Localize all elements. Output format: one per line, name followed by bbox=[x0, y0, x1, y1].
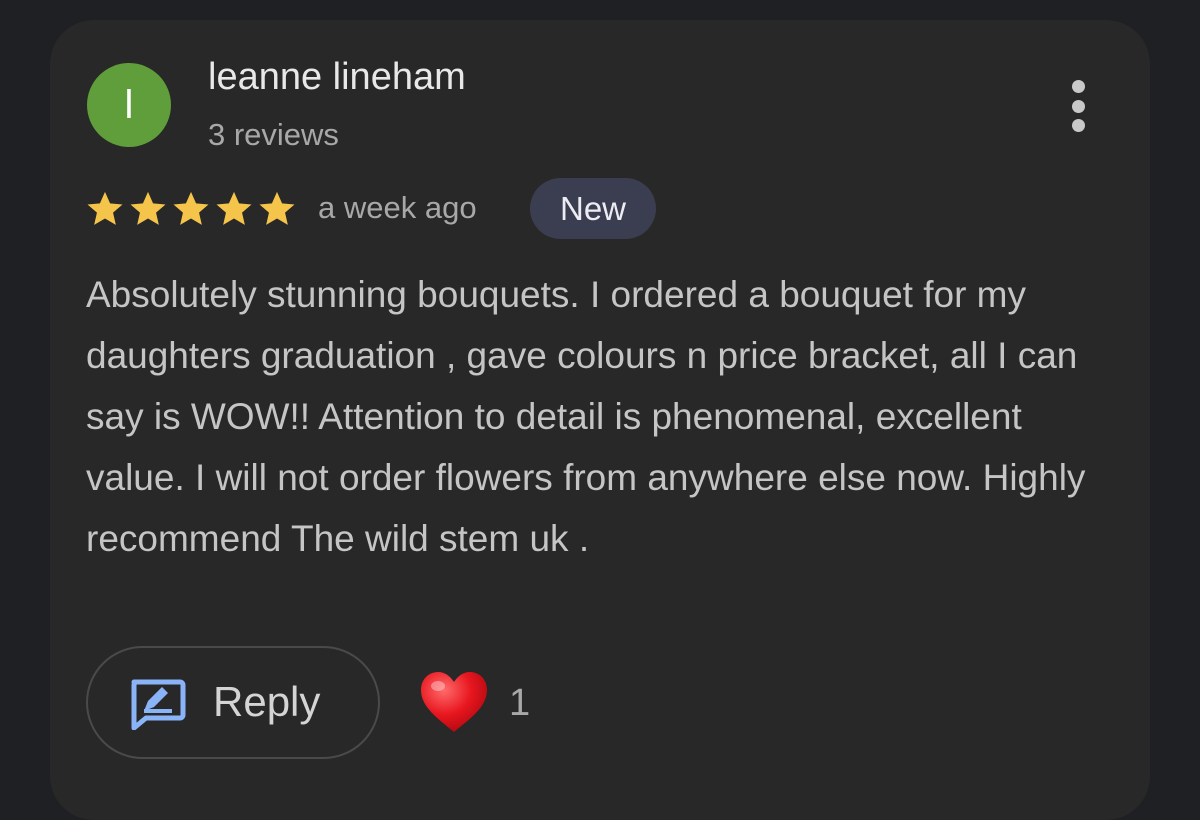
reply-button[interactable]: Reply bbox=[86, 646, 380, 759]
star-icon bbox=[130, 191, 166, 225]
menu-dot bbox=[1071, 80, 1085, 93]
star-icon bbox=[216, 191, 252, 225]
star-icon bbox=[259, 191, 295, 225]
review-timestamp: a week ago bbox=[318, 190, 477, 225]
heart-icon[interactable] bbox=[418, 670, 490, 734]
reply-icon bbox=[131, 679, 186, 730]
like-count: 1 bbox=[509, 682, 531, 724]
star-rating bbox=[84, 188, 298, 230]
new-badge: New bbox=[530, 178, 656, 239]
star-icon bbox=[87, 191, 123, 225]
reviewer-name[interactable]: leanne lineham bbox=[208, 56, 466, 99]
reviewer-review-count[interactable]: 3 reviews bbox=[208, 117, 339, 153]
menu-dot bbox=[1071, 119, 1085, 132]
reply-label: Reply bbox=[213, 678, 321, 725]
avatar[interactable]: l bbox=[87, 63, 171, 147]
star-icon bbox=[173, 191, 209, 225]
more-vert-icon[interactable] bbox=[1058, 76, 1098, 136]
menu-dot bbox=[1071, 99, 1085, 113]
review-text: Absolutely stunning bouquets. I ordered … bbox=[86, 274, 1086, 559]
